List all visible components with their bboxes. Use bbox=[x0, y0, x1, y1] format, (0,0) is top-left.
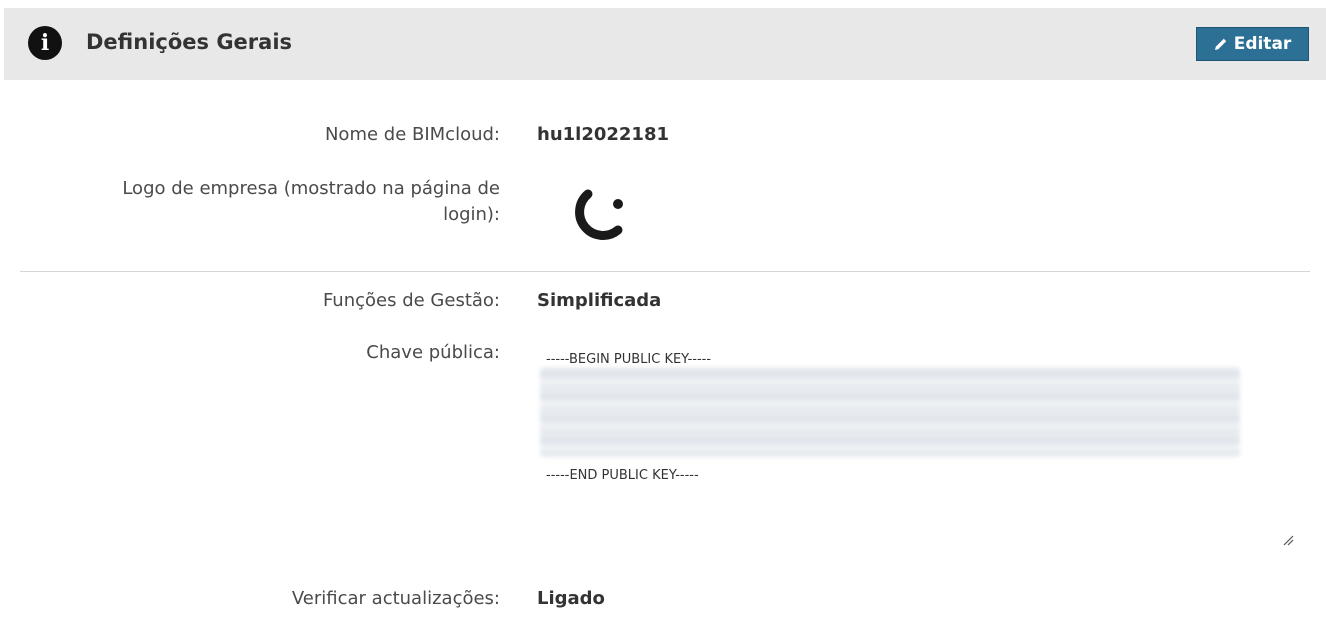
public-key-begin: -----BEGIN PUBLIC KEY----- bbox=[546, 352, 712, 367]
section-header: i Definições Gerais Editar bbox=[4, 8, 1326, 80]
public-key-end: -----END PUBLIC KEY----- bbox=[546, 468, 699, 483]
bimcloud-name-label: Nome de BIMcloud: bbox=[324, 124, 500, 145]
company-logo bbox=[575, 189, 623, 240]
pencil-icon bbox=[1214, 38, 1226, 50]
check-updates-label: Verificar actualizações: bbox=[291, 588, 500, 609]
company-logo-label-line1: Logo de empresa (mostrado na página de bbox=[122, 178, 500, 199]
public-key-label: Chave pública: bbox=[366, 342, 500, 363]
resize-handle-icon[interactable] bbox=[1282, 534, 1294, 546]
edit-button-label: Editar bbox=[1233, 34, 1292, 54]
management-roles-label: Funções de Gestão: bbox=[322, 290, 500, 311]
section-title: Definições Gerais bbox=[86, 30, 293, 54]
check-updates-value: Ligado bbox=[537, 588, 605, 609]
management-roles-value: Simplificada bbox=[537, 290, 662, 311]
bimcloud-name-value: hu1l2022181 bbox=[537, 124, 669, 145]
info-icon: i bbox=[28, 26, 62, 60]
edit-button[interactable]: Editar bbox=[1196, 27, 1309, 61]
section-divider bbox=[20, 271, 1310, 272]
company-logo-label-line2: login): bbox=[443, 204, 500, 225]
public-key-textarea[interactable]: -----BEGIN PUBLIC KEY----- -----END PUBL… bbox=[540, 342, 1300, 552]
company-logo-label: Logo de empresa (mostrado na página de l… bbox=[122, 176, 500, 228]
public-key-redacted bbox=[540, 367, 1240, 457]
